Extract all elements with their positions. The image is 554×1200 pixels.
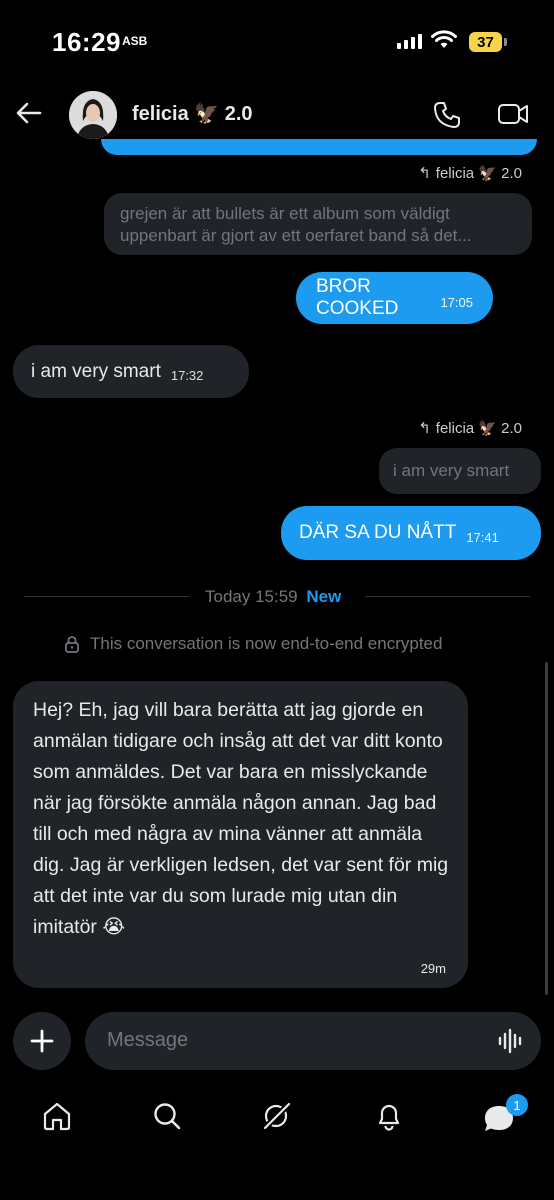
message-bubble-outgoing[interactable]: BROR COOKED 17:05 bbox=[296, 272, 493, 324]
battery-indicator: 37 bbox=[469, 32, 502, 52]
message-text: BROR COOKED bbox=[316, 276, 399, 319]
divider-line bbox=[365, 596, 530, 597]
new-label: New bbox=[306, 587, 342, 606]
message-time: 17:32 bbox=[170, 368, 204, 383]
status-extra-label: ASB bbox=[122, 34, 148, 48]
quoted-message[interactable]: i am very smart bbox=[379, 448, 541, 494]
home-icon[interactable] bbox=[41, 1100, 73, 1132]
notifications-icon[interactable] bbox=[373, 1100, 405, 1132]
add-attachment-button[interactable] bbox=[13, 1012, 71, 1070]
back-arrow-icon[interactable] bbox=[14, 98, 44, 128]
message-bubble-incoming-latest[interactable]: Hej? Eh, jag vill bara berätta att jag g… bbox=[13, 681, 468, 988]
message-input[interactable]: Message bbox=[85, 1012, 541, 1070]
reply-arrow-icon: ↰ bbox=[418, 420, 431, 437]
lock-icon bbox=[65, 636, 79, 653]
cellular-signal-icon bbox=[397, 33, 422, 49]
previous-message-bubble[interactable] bbox=[101, 139, 537, 155]
reply-arrow-icon: ↰ bbox=[418, 165, 431, 182]
phone-icon[interactable] bbox=[432, 100, 462, 130]
message-time: 17:41 bbox=[466, 529, 499, 545]
conversation-title[interactable]: felicia 🦅 2.0 bbox=[132, 101, 253, 126]
reply-indicator: ↰ felicia 🦅 2.0 bbox=[418, 165, 522, 182]
message-text: i am very smart bbox=[31, 360, 161, 382]
voice-message-icon[interactable] bbox=[497, 1027, 525, 1055]
divider-line bbox=[24, 596, 189, 597]
message-bubble-incoming[interactable]: i am very smart 17:32 bbox=[13, 345, 249, 398]
wifi-icon bbox=[431, 30, 457, 48]
battery-cap bbox=[504, 38, 507, 46]
day-divider: Today 15:59 New bbox=[205, 587, 342, 606]
encryption-notice: This conversation is now end-to-end encr… bbox=[64, 634, 442, 654]
quoted-message[interactable]: grejen är att bullets är ett album som v… bbox=[104, 193, 532, 255]
reply-indicator: ↰ felicia 🦅 2.0 bbox=[418, 420, 522, 437]
message-placeholder: Message bbox=[107, 1029, 189, 1051]
message-time: 29m bbox=[420, 961, 446, 976]
message-text: Hej? Eh, jag vill bara berätta att jag g… bbox=[33, 699, 449, 938]
message-text: DÄR SA DU NÅTT bbox=[299, 522, 457, 543]
message-bubble-outgoing[interactable]: DÄR SA DU NÅTT 17:41 bbox=[281, 506, 541, 560]
scrollbar[interactable] bbox=[545, 662, 548, 995]
status-time: 16:29 bbox=[52, 27, 121, 57]
grok-icon[interactable] bbox=[261, 1100, 293, 1132]
video-call-icon[interactable] bbox=[497, 101, 529, 127]
search-icon[interactable] bbox=[151, 1100, 183, 1132]
avatar[interactable] bbox=[69, 91, 117, 139]
message-time: 17:05 bbox=[440, 294, 473, 310]
messages-badge: 1 bbox=[506, 1094, 528, 1116]
plus-icon bbox=[30, 1029, 54, 1053]
